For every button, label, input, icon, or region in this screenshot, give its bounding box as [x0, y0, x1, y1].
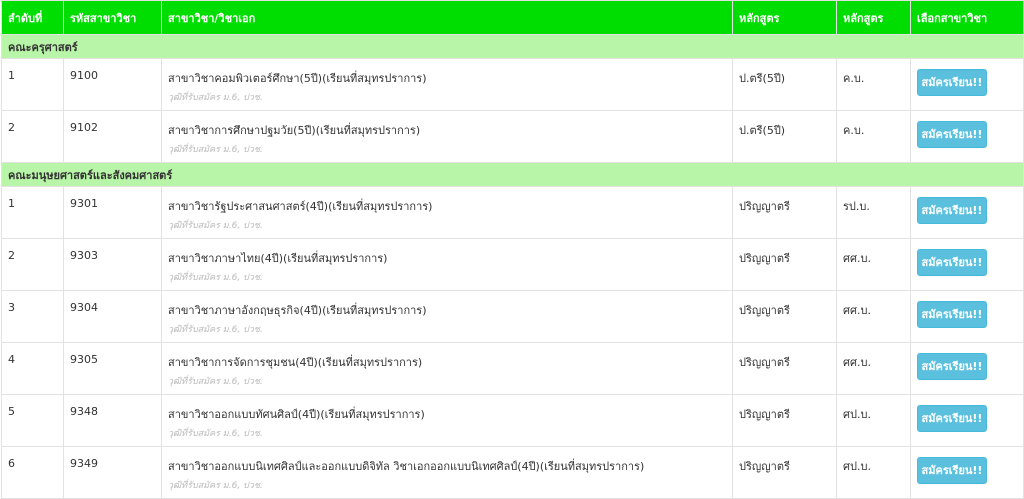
degree: ศป.บ. [836, 446, 911, 499]
faculty-row: คณะครุศาสตร์ [1, 34, 1024, 59]
select-cell: สมัครเรียน!! [910, 446, 1024, 499]
table-row: 6 9349 สาขาวิชาออกแบบนิเทศศิลป์และออกแบบดิ… [1, 446, 1024, 499]
program-code: 9348 [63, 394, 162, 447]
row-number: 4 [1, 342, 64, 395]
table-row: 1 9301 สาขาวิชารัฐประศาสนศาสตร์(4ปี)(เรียน… [1, 186, 1024, 239]
program-name: สาขาวิชาออกแบบนิเทศศิลป์และออกแบบดิจิทัล… [168, 460, 645, 473]
eligibility-note: วุฒิที่รับสมัคร ม.6, ปวช. [168, 377, 263, 387]
row-number: 5 [1, 394, 64, 447]
program-cell: สาขาวิชาภาษาไทย(4ปี)(เรียนที่สมุทรปราการ… [161, 238, 733, 291]
table-header-row: ลำดับที่ รหัสสาขาวิชา สาขาวิชา/วิชาเอก ห… [1, 0, 1024, 35]
apply-button[interactable]: สมัครเรียน!! [917, 301, 987, 328]
program-name: สาขาวิชาออกแบบทัศนศิลป์(4ปี)(เรียนที่สมุ… [168, 408, 425, 421]
apply-button[interactable]: สมัครเรียน!! [917, 197, 987, 224]
program-cell: สาขาวิชาภาษาอังกฤษธุรกิจ(4ปี)(เรียนที่สม… [161, 290, 733, 343]
program-cell: สาขาวิชารัฐประศาสนศาสตร์(4ปี)(เรียนที่สม… [161, 186, 733, 239]
faculty-name: คณะมนุษยศาสตร์และสังคมศาสตร์ [1, 162, 1024, 187]
eligibility-note: วุฒิที่รับสมัคร ม.6, ปวช. [168, 221, 263, 231]
eligibility-note: วุฒิที่รับสมัคร ม.6, ปวช. [168, 481, 263, 491]
curriculum: ป.ตรี(5ปี) [732, 110, 837, 163]
table-row: 5 9348 สาขาวิชาออกแบบทัศนศิลป์(4ปี)(เรียนท… [1, 394, 1024, 447]
select-cell: สมัครเรียน!! [910, 110, 1024, 163]
header-curriculum: หลักสูตร [732, 0, 837, 35]
program-cell: สาขาวิชาการจัดการชุมชน(4ปี)(เรียนที่สมุท… [161, 342, 733, 395]
eligibility-note: วุฒิที่รับสมัคร ม.6, ปวช. [168, 93, 263, 103]
table-row: 1 9100 สาขาวิชาคอมพิวเตอร์ศึกษา(5ปี)(เรียน… [1, 58, 1024, 111]
table-row: 3 9304 สาขาวิชาภาษาอังกฤษธุรกิจ(4ปี)(เรียน… [1, 290, 1024, 343]
select-cell: สมัครเรียน!! [910, 342, 1024, 395]
program-name: สาขาวิชาการจัดการชุมชน(4ปี)(เรียนที่สมุท… [168, 356, 423, 369]
row-number: 1 [1, 58, 64, 111]
header-order: ลำดับที่ [1, 0, 64, 35]
program-name: สาขาวิชาคอมพิวเตอร์ศึกษา(5ปี)(เรียนที่สม… [168, 72, 427, 85]
apply-button[interactable]: สมัครเรียน!! [917, 121, 987, 148]
header-degree: หลักสูตร [836, 0, 911, 35]
degree: รป.บ. [836, 186, 911, 239]
program-cell: สาขาวิชาออกแบบนิเทศศิลป์และออกแบบดิจิทัล… [161, 446, 733, 499]
program-code: 9305 [63, 342, 162, 395]
faculty-row: คณะมนุษยศาสตร์และสังคมศาสตร์ [1, 162, 1024, 187]
eligibility-note: วุฒิที่รับสมัคร ม.6, ปวช. [168, 429, 263, 439]
apply-button[interactable]: สมัครเรียน!! [917, 405, 987, 432]
program-code: 9304 [63, 290, 162, 343]
program-name: สาขาวิชารัฐประศาสนศาสตร์(4ปี)(เรียนที่สม… [168, 200, 433, 213]
curriculum: ปริญญาตรี [732, 186, 837, 239]
row-number: 6 [1, 446, 64, 499]
program-code: 9349 [63, 446, 162, 499]
table-body: คณะครุศาสตร์ 1 9100 สาขาวิชาคอมพิวเตอร์ศึกษ… [1, 34, 1024, 499]
table-row: 2 9303 สาขาวิชาภาษาไทย(4ปี)(เรียนที่สมุทรป… [1, 238, 1024, 291]
degree: ศศ.บ. [836, 342, 911, 395]
curriculum: ป.ตรี(5ปี) [732, 58, 837, 111]
row-number: 2 [1, 238, 64, 291]
select-cell: สมัครเรียน!! [910, 238, 1024, 291]
row-number: 3 [1, 290, 64, 343]
apply-button[interactable]: สมัครเรียน!! [917, 249, 987, 276]
program-code: 9303 [63, 238, 162, 291]
program-name: สาขาวิชาการศึกษาปฐมวัย(5ปี)(เรียนที่สมุท… [168, 124, 421, 137]
table-row: 2 9102 สาขาวิชาการศึกษาปฐมวัย(5ปี)(เรียนที… [1, 110, 1024, 163]
header-program: สาขาวิชา/วิชาเอก [161, 0, 733, 35]
program-code: 9102 [63, 110, 162, 163]
row-number: 2 [1, 110, 64, 163]
eligibility-note: วุฒิที่รับสมัคร ม.6, ปวช. [168, 273, 263, 283]
degree: ค.บ. [836, 58, 911, 111]
select-cell: สมัครเรียน!! [910, 58, 1024, 111]
row-number: 1 [1, 186, 64, 239]
program-table: ลำดับที่ รหัสสาขาวิชา สาขาวิชา/วิชาเอก ห… [1, 0, 1024, 499]
program-code: 9100 [63, 58, 162, 111]
curriculum: ปริญญาตรี [732, 290, 837, 343]
program-cell: สาขาวิชาคอมพิวเตอร์ศึกษา(5ปี)(เรียนที่สม… [161, 58, 733, 111]
program-name: สาขาวิชาภาษาไทย(4ปี)(เรียนที่สมุทรปราการ… [168, 252, 388, 265]
eligibility-note: วุฒิที่รับสมัคร ม.6, ปวช. [168, 325, 263, 335]
curriculum: ปริญญาตรี [732, 446, 837, 499]
program-cell: สาขาวิชาการศึกษาปฐมวัย(5ปี)(เรียนที่สมุท… [161, 110, 733, 163]
header-select: เลือกสาขาวิชา [910, 0, 1024, 35]
apply-button[interactable]: สมัครเรียน!! [917, 353, 987, 380]
header-code: รหัสสาขาวิชา [63, 0, 162, 35]
apply-button[interactable]: สมัครเรียน!! [917, 69, 987, 96]
degree: ศศ.บ. [836, 238, 911, 291]
program-code: 9301 [63, 186, 162, 239]
curriculum: ปริญญาตรี [732, 342, 837, 395]
program-name: สาขาวิชาภาษาอังกฤษธุรกิจ(4ปี)(เรียนที่สม… [168, 304, 427, 317]
select-cell: สมัครเรียน!! [910, 186, 1024, 239]
apply-button[interactable]: สมัครเรียน!! [917, 457, 987, 484]
program-cell: สาขาวิชาออกแบบทัศนศิลป์(4ปี)(เรียนที่สมุ… [161, 394, 733, 447]
select-cell: สมัครเรียน!! [910, 394, 1024, 447]
degree: ค.บ. [836, 110, 911, 163]
curriculum: ปริญญาตรี [732, 394, 837, 447]
table-row: 4 9305 สาขาวิชาการจัดการชุมชน(4ปี)(เรียนที… [1, 342, 1024, 395]
degree: ศศ.บ. [836, 290, 911, 343]
curriculum: ปริญญาตรี [732, 238, 837, 291]
faculty-name: คณะครุศาสตร์ [1, 34, 1024, 59]
select-cell: สมัครเรียน!! [910, 290, 1024, 343]
eligibility-note: วุฒิที่รับสมัคร ม.6, ปวช. [168, 145, 263, 155]
degree: ศป.บ. [836, 394, 911, 447]
